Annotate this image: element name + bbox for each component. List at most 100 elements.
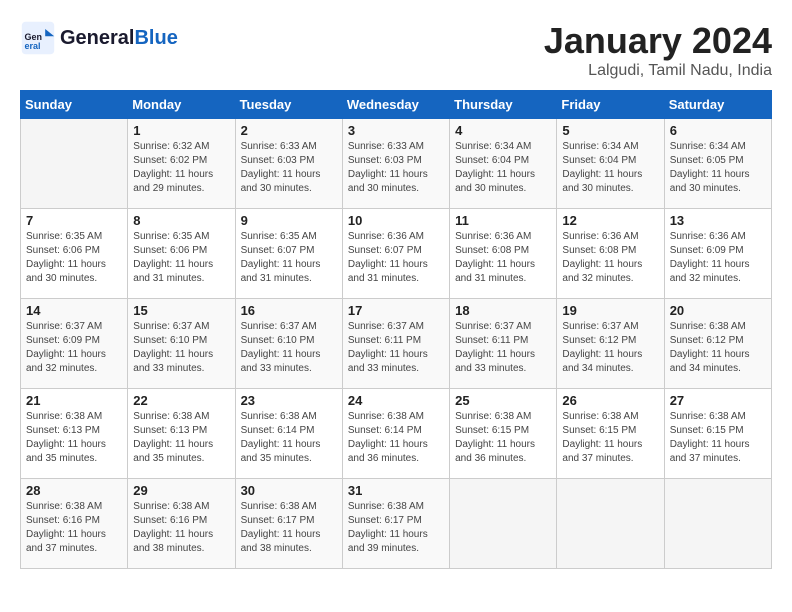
day-number: 30 <box>241 483 337 498</box>
day-info: Sunrise: 6:33 AM Sunset: 6:03 PM Dayligh… <box>241 140 337 196</box>
day-number: 26 <box>562 393 658 408</box>
day-info: Sunrise: 6:37 AM Sunset: 6:11 PM Dayligh… <box>348 320 444 376</box>
day-number: 1 <box>133 123 229 138</box>
calendar-header-monday: Monday <box>128 91 235 119</box>
day-info: Sunrise: 6:35 AM Sunset: 6:07 PM Dayligh… <box>241 230 337 286</box>
calendar-cell: 25 Sunrise: 6:38 AM Sunset: 6:15 PM Dayli… <box>450 389 557 479</box>
day-number: 2 <box>241 123 337 138</box>
day-info: Sunrise: 6:32 AM Sunset: 6:02 PM Dayligh… <box>133 140 229 196</box>
page-subtitle: Lalgudi, Tamil Nadu, India <box>544 62 772 80</box>
calendar-week-row: 7 Sunrise: 6:35 AM Sunset: 6:06 PM Daylig… <box>21 209 772 299</box>
calendar-table: SundayMondayTuesdayWednesdayThursdayFrid… <box>20 90 772 569</box>
day-info: Sunrise: 6:38 AM Sunset: 6:14 PM Dayligh… <box>348 410 444 466</box>
day-number: 9 <box>241 213 337 228</box>
calendar-cell: 2 Sunrise: 6:33 AM Sunset: 6:03 PM Daylig… <box>235 119 342 209</box>
day-info: Sunrise: 6:38 AM Sunset: 6:17 PM Dayligh… <box>241 500 337 556</box>
calendar-cell: 17 Sunrise: 6:37 AM Sunset: 6:11 PM Dayli… <box>342 299 449 389</box>
day-info: Sunrise: 6:38 AM Sunset: 6:16 PM Dayligh… <box>26 500 122 556</box>
logo: Gen eral GeneralBlue <box>20 20 178 56</box>
calendar-cell: 26 Sunrise: 6:38 AM Sunset: 6:15 PM Dayli… <box>557 389 664 479</box>
day-info: Sunrise: 6:36 AM Sunset: 6:09 PM Dayligh… <box>670 230 766 286</box>
calendar-week-row: 1 Sunrise: 6:32 AM Sunset: 6:02 PM Daylig… <box>21 119 772 209</box>
calendar-cell: 23Sunrise: 6:38 AM Sunset: 6:14 PM Dayli… <box>235 389 342 479</box>
day-info: Sunrise: 6:38 AM Sunset: 6:17 PM Dayligh… <box>348 500 444 556</box>
day-number: 31 <box>348 483 444 498</box>
calendar-cell: 9 Sunrise: 6:35 AM Sunset: 6:07 PM Daylig… <box>235 209 342 299</box>
day-number: 14 <box>26 303 122 318</box>
calendar-header-thursday: Thursday <box>450 91 557 119</box>
day-info: Sunrise: 6:37 AM Sunset: 6:11 PM Dayligh… <box>455 320 551 376</box>
day-info: Sunrise: 6:38 AM Sunset: 6:13 PM Dayligh… <box>133 410 229 466</box>
calendar-cell <box>450 479 557 569</box>
day-number: 22 <box>133 393 229 408</box>
calendar-cell: 22 Sunrise: 6:38 AM Sunset: 6:13 PM Dayli… <box>128 389 235 479</box>
day-number: 12 <box>562 213 658 228</box>
calendar-cell <box>557 479 664 569</box>
logo-text: GeneralBlue <box>60 27 178 50</box>
day-number: 13 <box>670 213 766 228</box>
day-number: 24 <box>348 393 444 408</box>
day-number: 17 <box>348 303 444 318</box>
day-number: 6 <box>670 123 766 138</box>
day-number: 21 <box>26 393 122 408</box>
day-info: Sunrise: 6:38 AM Sunset: 6:15 PM Dayligh… <box>562 410 658 466</box>
calendar-cell: 20 Sunrise: 6:38 AM Sunset: 6:12 PM Dayli… <box>664 299 771 389</box>
calendar-cell: 1 Sunrise: 6:32 AM Sunset: 6:02 PM Daylig… <box>128 119 235 209</box>
page-title: January 2024 <box>544 20 772 62</box>
day-info: Sunrise: 6:36 AM Sunset: 6:07 PM Dayligh… <box>348 230 444 286</box>
calendar-cell: 15 Sunrise: 6:37 AM Sunset: 6:10 PM Dayli… <box>128 299 235 389</box>
day-info: Sunrise: 6:38 AM Sunset: 6:12 PM Dayligh… <box>670 320 766 376</box>
calendar-header-row: SundayMondayTuesdayWednesdayThursdayFrid… <box>21 91 772 119</box>
day-number: 3 <box>348 123 444 138</box>
day-info: Sunrise: 6:37 AM Sunset: 6:12 PM Dayligh… <box>562 320 658 376</box>
calendar-header-wednesday: Wednesday <box>342 91 449 119</box>
day-number: 25 <box>455 393 551 408</box>
calendar-cell: 10 Sunrise: 6:36 AM Sunset: 6:07 PM Dayli… <box>342 209 449 299</box>
day-info: Sunrise: 6:38 AM Sunset: 6:15 PM Dayligh… <box>670 410 766 466</box>
title-area: January 2024 Lalgudi, Tamil Nadu, India <box>544 20 772 80</box>
calendar-cell: 13 Sunrise: 6:36 AM Sunset: 6:09 PM Dayli… <box>664 209 771 299</box>
calendar-cell: 24 Sunrise: 6:38 AM Sunset: 6:14 PM Dayli… <box>342 389 449 479</box>
calendar-cell: 5Sunrise: 6:34 AM Sunset: 6:04 PM Daylig… <box>557 119 664 209</box>
calendar-week-row: 21 Sunrise: 6:38 AM Sunset: 6:13 PM Dayli… <box>21 389 772 479</box>
day-info: Sunrise: 6:35 AM Sunset: 6:06 PM Dayligh… <box>26 230 122 286</box>
calendar-cell <box>664 479 771 569</box>
calendar-cell: 28 Sunrise: 6:38 AM Sunset: 6:16 PM Dayli… <box>21 479 128 569</box>
calendar-cell: 6Sunrise: 6:34 AM Sunset: 6:05 PM Daylig… <box>664 119 771 209</box>
day-number: 19 <box>562 303 658 318</box>
day-number: 20 <box>670 303 766 318</box>
day-info: Sunrise: 6:33 AM Sunset: 6:03 PM Dayligh… <box>348 140 444 196</box>
calendar-cell: 7 Sunrise: 6:35 AM Sunset: 6:06 PM Daylig… <box>21 209 128 299</box>
day-info: Sunrise: 6:37 AM Sunset: 6:09 PM Dayligh… <box>26 320 122 376</box>
day-number: 16 <box>241 303 337 318</box>
day-info: Sunrise: 6:34 AM Sunset: 6:04 PM Dayligh… <box>455 140 551 196</box>
day-info: Sunrise: 6:34 AM Sunset: 6:04 PM Dayligh… <box>562 140 658 196</box>
calendar-cell: 16 Sunrise: 6:37 AM Sunset: 6:10 PM Dayli… <box>235 299 342 389</box>
day-info: Sunrise: 6:37 AM Sunset: 6:10 PM Dayligh… <box>133 320 229 376</box>
calendar-cell: 4Sunrise: 6:34 AM Sunset: 6:04 PM Daylig… <box>450 119 557 209</box>
calendar-week-row: 28 Sunrise: 6:38 AM Sunset: 6:16 PM Dayli… <box>21 479 772 569</box>
calendar-cell: 14 Sunrise: 6:37 AM Sunset: 6:09 PM Dayli… <box>21 299 128 389</box>
day-number: 7 <box>26 213 122 228</box>
day-info: Sunrise: 6:37 AM Sunset: 6:10 PM Dayligh… <box>241 320 337 376</box>
calendar-cell: 8Sunrise: 6:35 AM Sunset: 6:06 PM Daylig… <box>128 209 235 299</box>
calendar-cell: 18Sunrise: 6:37 AM Sunset: 6:11 PM Dayli… <box>450 299 557 389</box>
calendar-cell: 31 Sunrise: 6:38 AM Sunset: 6:17 PM Dayli… <box>342 479 449 569</box>
day-number: 29 <box>133 483 229 498</box>
calendar-cell: 29Sunrise: 6:38 AM Sunset: 6:16 PM Dayli… <box>128 479 235 569</box>
day-info: Sunrise: 6:36 AM Sunset: 6:08 PM Dayligh… <box>562 230 658 286</box>
day-number: 10 <box>348 213 444 228</box>
day-number: 11 <box>455 213 551 228</box>
calendar-cell: 30 Sunrise: 6:38 AM Sunset: 6:17 PM Dayli… <box>235 479 342 569</box>
calendar-cell: 3 Sunrise: 6:33 AM Sunset: 6:03 PM Daylig… <box>342 119 449 209</box>
calendar-cell: 27 Sunrise: 6:38 AM Sunset: 6:15 PM Dayli… <box>664 389 771 479</box>
calendar-header-saturday: Saturday <box>664 91 771 119</box>
day-info: Sunrise: 6:38 AM Sunset: 6:15 PM Dayligh… <box>455 410 551 466</box>
day-number: 27 <box>670 393 766 408</box>
calendar-cell: 19 Sunrise: 6:37 AM Sunset: 6:12 PM Dayli… <box>557 299 664 389</box>
day-number: 15 <box>133 303 229 318</box>
calendar-header-sunday: Sunday <box>21 91 128 119</box>
day-number: 28 <box>26 483 122 498</box>
calendar-header-friday: Friday <box>557 91 664 119</box>
day-number: 23 <box>241 393 337 408</box>
